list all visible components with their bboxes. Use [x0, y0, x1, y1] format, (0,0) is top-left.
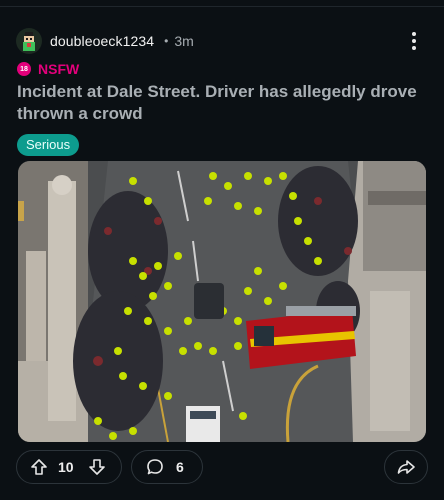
post-image[interactable] [18, 161, 426, 442]
avatar[interactable] [16, 28, 42, 54]
nsfw-label: NSFW [38, 61, 80, 77]
post-time: 3m [174, 33, 194, 49]
downvote-icon[interactable] [85, 455, 109, 479]
upvote-icon[interactable] [27, 455, 51, 479]
vote-control: 10 [16, 450, 122, 484]
comments-button[interactable]: 6 [131, 450, 203, 484]
avatar-image [23, 32, 35, 51]
comment-bubble-icon [143, 455, 167, 479]
more-options-icon[interactable] [406, 28, 422, 54]
post-title[interactable]: Incident at Dale Street. Driver has alle… [17, 81, 427, 125]
top-divider [0, 0, 444, 7]
nsfw-18-icon: 18 [17, 62, 31, 76]
nsfw-tag: 18 NSFW [17, 61, 79, 77]
upvote-count: 10 [58, 459, 74, 475]
post-header: doubleoeck1234 • 3m [16, 24, 428, 58]
meta-separator: • [164, 34, 169, 48]
share-button[interactable] [384, 450, 428, 484]
post-action-bar: 10 6 [16, 450, 428, 486]
author-username[interactable]: doubleoeck1234 [50, 33, 154, 49]
street-scene-image [18, 161, 426, 442]
share-arrow-icon [394, 455, 418, 479]
post-flair[interactable]: Serious [17, 134, 80, 156]
comment-count: 6 [176, 459, 184, 475]
